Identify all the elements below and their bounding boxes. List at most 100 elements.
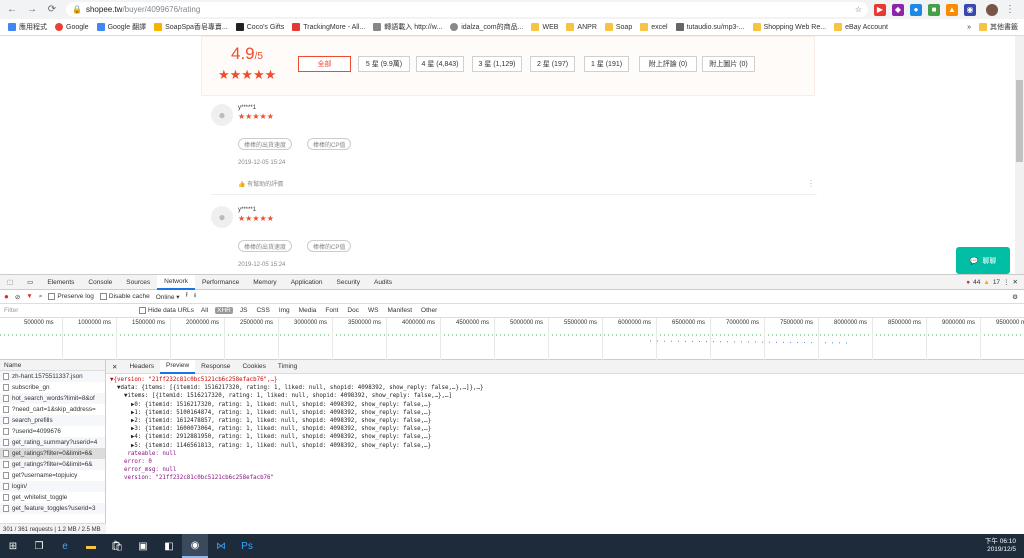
extension-icon[interactable]: ● <box>910 3 922 16</box>
extension-icon[interactable]: ▲ <box>946 3 958 16</box>
type-manifest[interactable]: Manifest <box>385 307 414 314</box>
network-timeline[interactable]: 500000 ms 1000000 ms 1500000 ms 2000000 ms 2… <box>0 318 1024 360</box>
request-row[interactable]: hot_search_words?limit=8&of <box>0 393 105 404</box>
store-icon[interactable]: 🛍 <box>104 534 130 558</box>
filter-3-star[interactable]: 3 星 (1,129) <box>472 56 522 72</box>
extension-icon[interactable]: ■ <box>928 3 940 16</box>
type-css[interactable]: CSS <box>254 307 271 314</box>
json-preview-line[interactable]: ▼data: {items: [{itemid: 1516217320, rat… <box>110 384 1010 392</box>
file-explorer-icon[interactable]: ▬ <box>78 534 104 558</box>
tab-cookies[interactable]: Cookies <box>236 360 271 374</box>
request-row[interactable]: ?need_cart=1&skip_address= <box>0 404 105 415</box>
bookmark-translate[interactable]: Google 翻譯 <box>96 22 146 32</box>
close-detail-icon[interactable]: ✕ <box>106 360 123 374</box>
forward-icon[interactable]: → <box>24 2 40 18</box>
inspect-icon[interactable]: ⬚ <box>0 275 20 290</box>
tab-memory[interactable]: Memory <box>246 275 283 290</box>
throttle-select[interactable]: Online ▾ <box>156 293 180 301</box>
json-preview-line[interactable]: ▶2: {itemid: 1612478857, rating: 1, like… <box>110 417 1010 425</box>
extension-icon[interactable]: ▶ <box>874 3 886 16</box>
bookmark-soapspa[interactable]: SoapSpa香皂專賣... <box>154 22 228 32</box>
app-icon[interactable]: ◧ <box>156 534 182 558</box>
page-scrollbar[interactable] <box>1015 36 1024 274</box>
warning-icon[interactable]: ▲ <box>983 279 989 286</box>
request-row[interactable]: get_ratings?filter=0&limit=6& <box>0 459 105 470</box>
bookmark-folder-excel[interactable]: excel <box>640 23 668 31</box>
request-row[interactable]: search_prefills <box>0 415 105 426</box>
bookmark-google[interactable]: Google <box>55 23 89 31</box>
json-preview-line[interactable]: ▶5: {itemid: 1146561813, rating: 1, like… <box>110 442 1010 450</box>
back-icon[interactable]: ← <box>4 2 20 18</box>
tab-audits[interactable]: Audits <box>367 275 399 290</box>
filter-with-images[interactable]: 附上圖片 (0) <box>702 56 755 72</box>
menu-icon[interactable]: ⋮ <box>1002 2 1018 18</box>
request-row[interactable]: get_ratings?filter=0&limit=6& <box>0 448 105 459</box>
edge-icon[interactable]: e <box>52 534 78 558</box>
export-icon[interactable]: ⭳ <box>194 291 196 302</box>
star-icon[interactable]: ☆ <box>855 5 862 14</box>
disable-cache-checkbox[interactable]: Disable cache <box>99 292 150 300</box>
bookmark-coco[interactable]: Coco's Gifts <box>235 23 284 31</box>
task-view-icon[interactable]: ❐ <box>26 534 52 558</box>
device-toolbar-icon[interactable]: ▭ <box>20 275 40 290</box>
filter-with-comments[interactable]: 附上評論 (0) <box>639 56 697 72</box>
helpful-button[interactable]: 👍 有幫助的評價 <box>238 179 283 188</box>
clear-icon[interactable]: ⊘ <box>15 293 20 301</box>
search-icon[interactable]: ⌕ <box>39 293 43 301</box>
tab-console[interactable]: Console <box>81 275 119 290</box>
tab-application[interactable]: Application <box>284 275 330 290</box>
tab-response[interactable]: Response <box>195 360 236 374</box>
tab-performance[interactable]: Performance <box>195 275 246 290</box>
request-row[interactable]: subscribe_gn <box>0 382 105 393</box>
bookmark-trackingmore[interactable]: TrackingMore - All... <box>292 23 365 31</box>
bookmark-apps[interactable]: 應用程式 <box>8 22 47 32</box>
request-row[interactable]: zh-hant.1575511337.json <box>0 371 105 382</box>
type-doc[interactable]: Doc <box>345 307 361 314</box>
json-preview-line[interactable]: ▶3: {itemid: 1600073064, rating: 1, like… <box>110 425 1010 433</box>
tab-preview[interactable]: Preview <box>160 359 196 374</box>
filter-5-star[interactable]: 5 星 (9.9萬) <box>358 56 410 72</box>
preserve-log-checkbox[interactable]: Preserve log <box>48 292 94 300</box>
filter-all[interactable]: 全部 <box>298 56 351 72</box>
chrome-icon[interactable]: ◉ <box>182 534 208 558</box>
request-row[interactable]: get_rating_summary?userid=4 <box>0 437 105 448</box>
more-options-icon[interactable]: ⋮ <box>807 179 815 188</box>
bookmark-tutaudio[interactable]: tutaudio.su/mp3-... <box>675 23 745 31</box>
json-preview-line[interactable]: ▶1: {itemid: 5100164874, rating: 1, like… <box>110 409 1010 417</box>
request-row[interactable]: get_whitelist_toggle <box>0 492 105 503</box>
json-preview-line[interactable]: ▼items: [{itemid: 1516217320, rating: 1,… <box>110 392 1010 400</box>
json-preview-line[interactable]: ▶4: {itemid: 2912881950, rating: 1, like… <box>110 433 1010 441</box>
tab-network[interactable]: Network <box>157 274 195 290</box>
filter-4-star[interactable]: 4 星 (4,843) <box>416 56 464 72</box>
name-column-header[interactable]: Name <box>0 360 105 371</box>
type-js[interactable]: JS <box>238 307 250 314</box>
network-settings-icon[interactable]: ⚙ <box>1012 293 1018 301</box>
bookmark-folder-ebay[interactable]: eBay Account <box>834 23 888 31</box>
address-bar[interactable]: 🔒 shopee.tw/buyer/4099676/rating ☆ <box>66 2 868 17</box>
bookmark-folder-web[interactable]: WEB <box>531 23 558 31</box>
bookmark-overflow[interactable]: » <box>967 24 971 31</box>
request-row[interactable]: login/ <box>0 481 105 492</box>
vscode-icon[interactable]: ⋈ <box>208 534 234 558</box>
tab-security[interactable]: Security <box>330 275 367 290</box>
avatar[interactable] <box>986 3 998 16</box>
settings-icon[interactable]: ⋮ <box>1003 278 1010 286</box>
json-preview-line[interactable]: ▼{version: "21ff232c81c0bc5121cb6c258efa… <box>110 376 1010 384</box>
reload-icon[interactable]: ⟳ <box>44 2 60 18</box>
request-row[interactable]: ?userid=4099676 <box>0 426 105 437</box>
tab-sources[interactable]: Sources <box>119 275 157 290</box>
bookmark-idalza[interactable]: idalza_com的商品... <box>450 22 523 32</box>
filter-2-star[interactable]: 2 星 (197) <box>530 56 575 72</box>
photoshop-icon[interactable]: Ps <box>234 534 260 558</box>
filter-input[interactable]: Filter <box>4 307 134 314</box>
type-font[interactable]: Font <box>323 307 340 314</box>
tab-timing[interactable]: Timing <box>272 360 303 374</box>
tab-elements[interactable]: Elements <box>40 275 81 290</box>
hide-data-urls-checkbox[interactable]: Hide data URLs <box>139 306 194 314</box>
request-row[interactable]: get_feature_toggles?userid=3 <box>0 503 105 514</box>
filter-1-star[interactable]: 1 星 (191) <box>584 56 629 72</box>
type-other[interactable]: Other <box>419 307 439 314</box>
chat-button[interactable]: 💬 聊聊 <box>956 247 1010 274</box>
type-media[interactable]: Media <box>297 307 319 314</box>
bookmark-folder-soap[interactable]: Soap <box>604 23 632 31</box>
